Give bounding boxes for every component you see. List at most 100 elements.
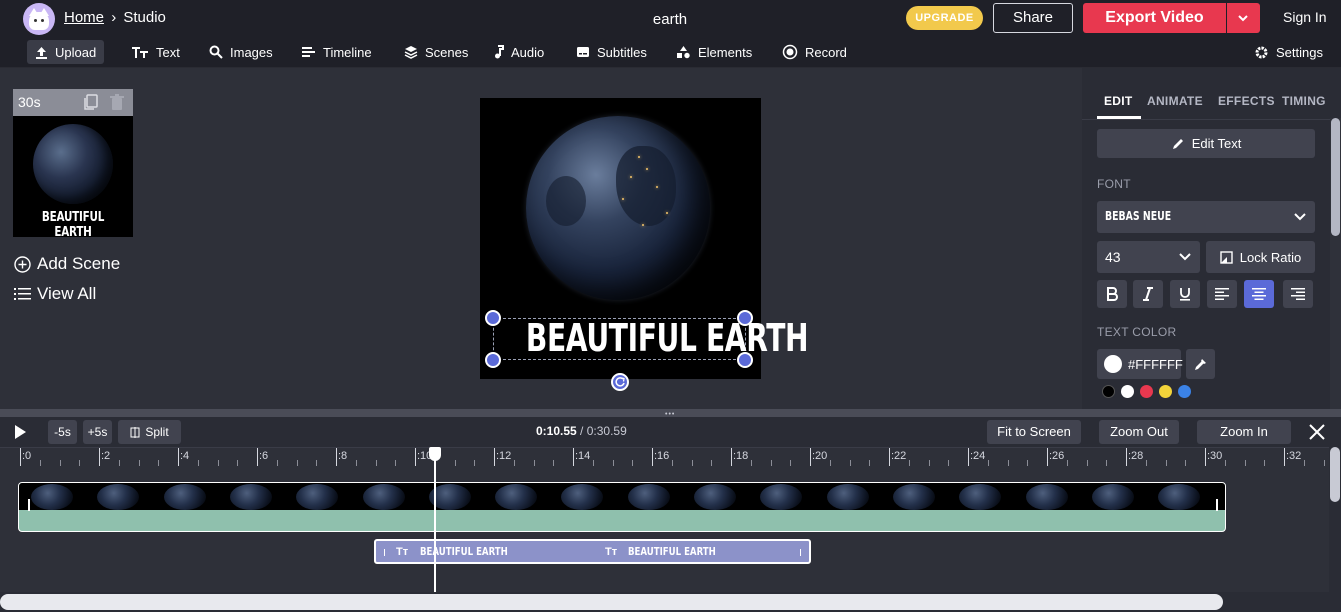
play-icon[interactable] [13,424,27,440]
toolbar-subtitles[interactable]: Subtitles [568,40,655,64]
trash-icon[interactable] [110,94,124,111]
skip-back-5s-button[interactable]: -5s [48,420,77,444]
clip-trim-handle-left[interactable] [28,499,30,511]
ruler-minor-tick [1007,460,1009,466]
resize-handle-bottom-left[interactable] [485,352,501,368]
text-track-clip[interactable]: Tт BEAUTIFUL EARTH Tт BEAUTIFUL EARTH [374,539,811,564]
align-right-button[interactable] [1283,280,1313,308]
swatch-black[interactable] [1102,385,1115,398]
app-logo[interactable] [23,3,55,35]
timeline-horizontal-scrollbar-thumb[interactable] [0,594,1223,610]
swatch-blue[interactable] [1178,385,1191,398]
canvas-text-layer[interactable]: BEAUTIFUL EARTH [526,316,809,360]
upload-icon [36,46,47,59]
ruler-minor-tick [928,460,930,466]
zoom-out-button[interactable]: Zoom Out [1099,420,1179,444]
swatch-white[interactable] [1121,385,1134,398]
timeline-vertical-scrollbar-thumb[interactable] [1330,447,1340,502]
swatch-red[interactable] [1140,385,1153,398]
active-tab-indicator [1097,116,1141,119]
eyedropper-button[interactable] [1186,349,1215,379]
swatch-yellow[interactable] [1159,385,1172,398]
ruler-minor-tick [908,460,910,466]
clip-trim-handle-right[interactable] [1216,499,1218,511]
timeline-horizontal-scrollbar[interactable] [0,592,1341,612]
toolbar-scenes[interactable]: Scenes [396,40,476,64]
scene-card[interactable]: 30s BEAUTIFUL EARTH [13,89,133,240]
ruler-tick [178,448,179,466]
resize-handle-top-right[interactable] [737,310,753,326]
breadcrumb-home-link[interactable]: Home [64,9,104,26]
sign-in-link[interactable]: Sign In [1283,9,1327,25]
underline-icon [1180,288,1190,301]
filmstrip-frame [892,484,935,510]
skip-forward-5s-button[interactable]: +5s [83,420,112,444]
video-canvas[interactable]: BEAUTIFUL EARTH [480,98,809,379]
share-button[interactable]: Share [993,3,1073,33]
bold-button[interactable] [1097,280,1127,308]
scene-thumbnail[interactable]: BEAUTIFUL EARTH [13,116,133,240]
subtitles-icon [577,47,589,57]
align-center-button[interactable] [1244,280,1274,308]
edit-text-button[interactable]: Edit Text [1097,129,1315,158]
export-options-button[interactable] [1227,3,1260,33]
fit-to-screen-button[interactable]: Fit to Screen [987,420,1081,444]
settings-button[interactable]: Settings [1246,40,1331,64]
tab-effects[interactable]: EFFECTS [1218,94,1275,108]
resize-handle-top-left[interactable] [485,310,501,326]
panel-resize-divider[interactable]: ••• [0,409,1341,418]
ruler-tick [336,448,337,466]
properties-scrollbar[interactable] [1330,118,1341,409]
settings-label: Settings [1276,44,1323,60]
project-title[interactable]: earth [620,11,720,28]
properties-scrollbar-thumb[interactable] [1331,118,1340,236]
toolbar-elements[interactable]: Elements [668,40,760,64]
earth-image[interactable] [526,116,710,300]
toolbar-record[interactable]: Record [774,40,855,64]
font-size-select[interactable]: 43 [1097,241,1200,273]
underline-button[interactable] [1170,280,1200,308]
text-clip-trim-handle-right[interactable] [800,549,801,556]
lock-ratio-button[interactable]: Lock Ratio [1206,241,1315,273]
upgrade-button[interactable]: UPGRADE [906,6,983,30]
text-clip-trim-handle-left[interactable] [384,549,385,556]
toolbar-text[interactable]: Text [123,40,188,64]
font-family-select[interactable]: BEBAS NEUE [1097,201,1315,233]
ruler-tick-label: :2 [101,450,111,462]
ruler-tick [968,448,969,466]
tab-timing[interactable]: TIMING [1282,94,1326,108]
toolbar-timeline[interactable]: Timeline [294,40,380,64]
toolbar-audio[interactable]: Audio [486,40,552,64]
ruler-minor-tick [296,460,298,466]
duplicate-icon[interactable] [83,94,99,111]
add-scene-button[interactable]: Add Scene [14,254,120,274]
playhead-handle[interactable] [429,447,441,461]
zoom-in-button[interactable]: Zoom In [1197,420,1291,444]
list-icon [14,288,31,300]
ruler-tick [1284,448,1285,466]
timeline-ruler[interactable]: :0:2:4:6:8:10:12:14:16:18:20:22:24:26:28… [0,447,1329,467]
view-all-button[interactable]: View All [14,284,96,304]
ruler-minor-tick [1106,460,1108,466]
rotate-handle[interactable] [611,373,629,391]
tab-animate[interactable]: ANIMATE [1147,94,1203,108]
close-icon[interactable] [1307,422,1327,442]
record-icon [782,44,798,60]
timeline-vertical-scrollbar[interactable] [1329,447,1341,592]
align-left-button[interactable] [1207,280,1237,308]
export-video-button[interactable]: Export Video [1083,3,1226,33]
scene-duration[interactable]: 30s [18,94,41,110]
ruler-minor-tick [1066,460,1068,466]
ruler-tick [1047,448,1048,466]
video-track-clip[interactable] [18,482,1226,532]
resize-handle-bottom-right[interactable] [737,352,753,368]
text-color-field[interactable]: #FFFFFF [1097,349,1183,379]
ruler-minor-tick [829,460,831,466]
italic-button[interactable] [1133,280,1163,308]
toolbar-images[interactable]: Images [201,40,281,64]
tab-edit[interactable]: EDIT [1104,94,1133,108]
split-button[interactable]: Split [118,420,181,444]
toolbar-upload[interactable]: Upload [27,40,105,64]
toolbar-upload-label: Upload [55,44,97,60]
text-clip-label: BEAUTIFUL EARTH [628,545,716,558]
